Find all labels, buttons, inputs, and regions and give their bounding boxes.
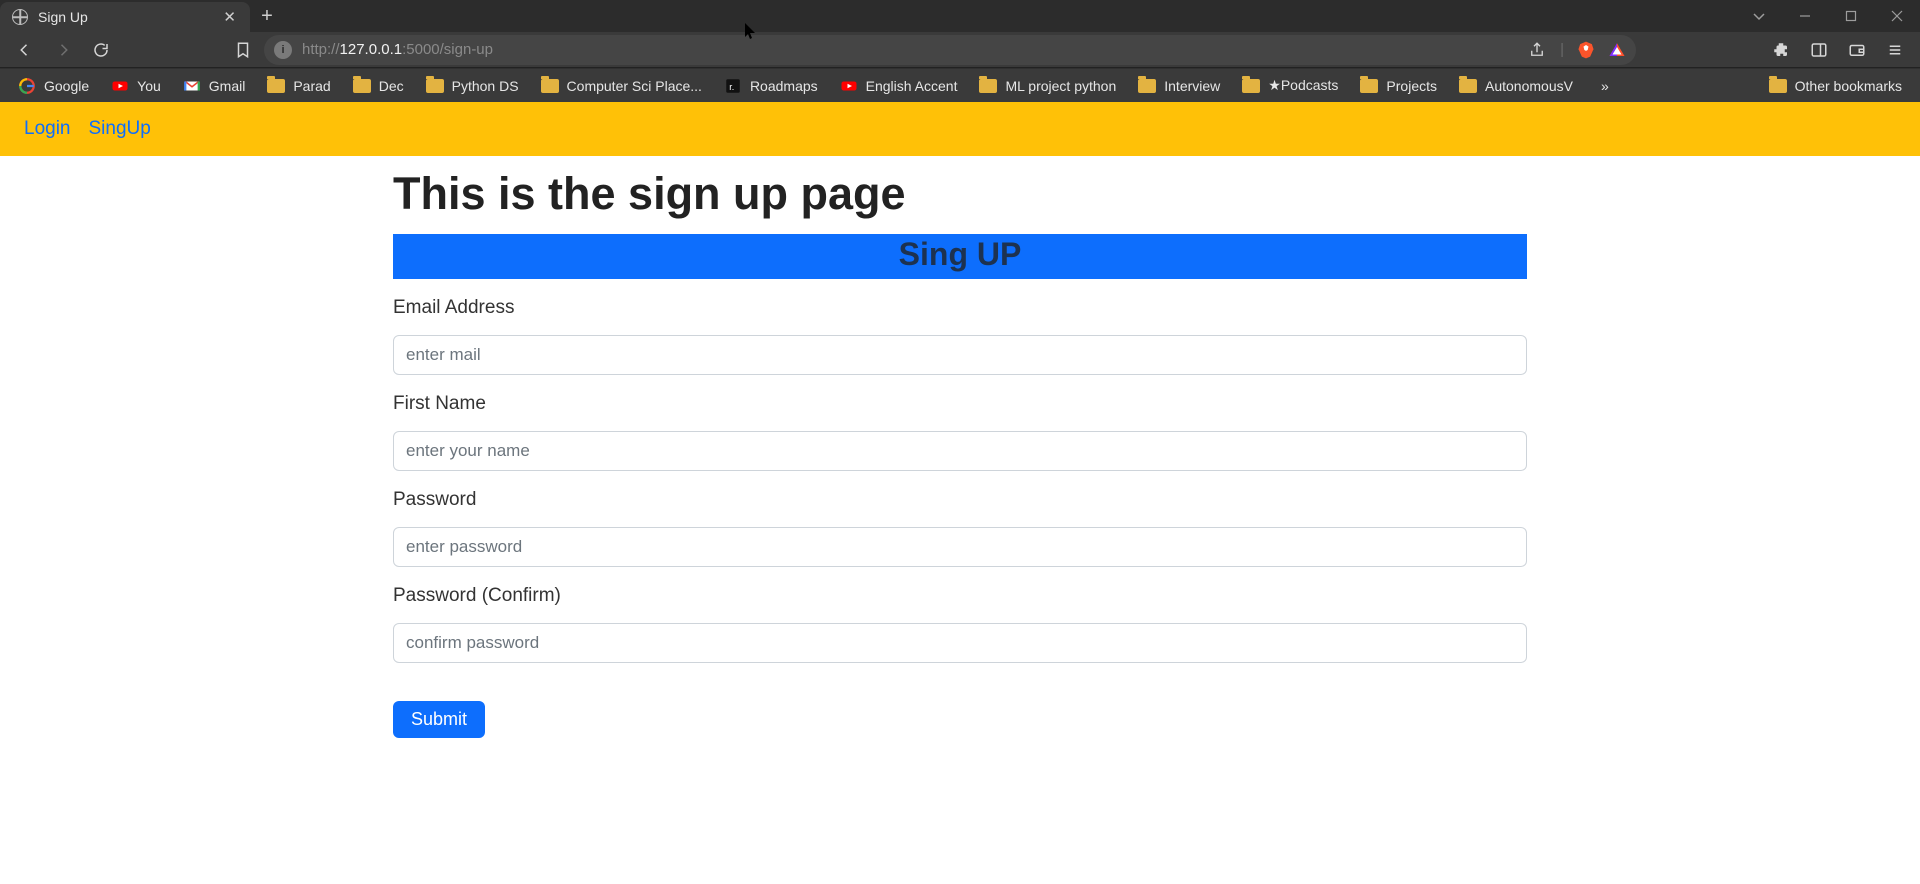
password-confirm-label: Password (Confirm) [393,585,1527,607]
site-info-icon[interactable]: i [274,41,292,59]
back-button[interactable] [8,35,42,65]
bookmark-label: ML project python [1005,78,1116,94]
wallet-icon[interactable] [1840,35,1874,65]
tab-search-button[interactable] [1736,0,1782,32]
bookmark-label: ★Podcasts [1268,77,1338,94]
bookmark-item[interactable]: Python DS [418,74,527,98]
bookmark-label: Roadmaps [750,78,818,94]
page-title: This is the sign up page [393,168,1527,220]
nav-login-link[interactable]: Login [24,118,71,140]
site-navbar: Login SingUp [0,102,1920,156]
bookmark-item[interactable]: Computer Sci Place... [533,74,710,98]
email-label: Email Address [393,297,1527,319]
bookmark-item[interactable]: ★Podcasts [1234,73,1346,98]
tab-title: Sign Up [38,9,213,25]
bookmark-item[interactable]: English Accent [832,73,966,99]
bookmarks-bar: Google You Gmail Parad Dec Python DS Computer … [0,68,1920,102]
folder-icon [1360,79,1378,93]
bookmark-label: Computer Sci Place... [567,78,702,94]
bookmark-item[interactable]: r. Roadmaps [716,73,826,99]
google-icon [18,77,36,95]
password-label: Password [393,489,1527,511]
bookmark-label: AutonomousV [1485,78,1573,94]
bookmark-label: Python DS [452,78,519,94]
window-close-button[interactable] [1874,0,1920,32]
bookmark-item[interactable]: ML project python [971,74,1124,98]
new-tab-button[interactable]: + [250,0,284,32]
bookmark-item[interactable]: Projects [1352,74,1445,98]
bookmark-item[interactable]: Google [10,73,97,99]
share-icon[interactable] [1526,35,1548,65]
submit-button[interactable]: Submit [393,701,485,738]
firstname-input[interactable] [393,431,1527,471]
bookmark-label: Google [44,78,89,94]
forward-button[interactable] [46,35,80,65]
page-viewport: Login SingUp This is the sign up page Si… [0,102,1920,884]
bookmark-label: Parad [293,78,330,94]
other-bookmarks-button[interactable]: Other bookmarks [1761,74,1910,98]
app-menu-icon[interactable] [1878,35,1912,65]
reload-button[interactable] [84,35,118,65]
brave-shields-icon[interactable] [1576,40,1596,60]
nav-signup-link[interactable]: SingUp [89,118,151,140]
bookmark-item[interactable]: You [103,73,169,99]
password-input[interactable] [393,527,1527,567]
bookmark-label: Interview [1164,78,1220,94]
roadmap-icon: r. [724,77,742,95]
youtube-icon [840,77,858,95]
bookmarks-overflow-button[interactable]: » [1591,78,1619,94]
bookmark-item[interactable]: Interview [1130,74,1228,98]
bookmark-this-button[interactable] [226,35,260,65]
firstname-label: First Name [393,393,1527,415]
folder-icon [1459,79,1477,93]
window-minimize-button[interactable] [1782,0,1828,32]
folder-icon [541,79,559,93]
folder-icon [979,79,997,93]
youtube-icon [111,77,129,95]
bookmark-label: You [137,78,161,94]
bookmark-label: Projects [1386,78,1437,94]
bookmark-item[interactable]: Gmail [175,73,254,99]
folder-icon [426,79,444,93]
browser-titlebar: Sign Up ✕ + [0,0,1920,32]
bookmark-item[interactable]: Parad [259,74,338,98]
browser-toolbar: i http://127.0.0.1:5000/sign-up | [0,32,1920,68]
address-bar[interactable]: i http://127.0.0.1:5000/sign-up | [264,35,1636,65]
bookmark-item[interactable]: AutonomousV [1451,74,1581,98]
window-maximize-button[interactable] [1828,0,1874,32]
form-banner: Sing UP [393,234,1527,279]
bookmark-label: Gmail [209,78,246,94]
bookmark-label: Dec [379,78,404,94]
browser-tab-active[interactable]: Sign Up ✕ [0,2,250,32]
bookmark-label: English Accent [866,78,958,94]
url-text: http://127.0.0.1:5000/sign-up [302,41,1510,58]
brave-rewards-icon[interactable] [1608,41,1626,59]
folder-icon [1138,79,1156,93]
window-controls [1736,0,1920,32]
folder-icon [353,79,371,93]
sidepanel-icon[interactable] [1802,35,1836,65]
bookmark-label: Other bookmarks [1795,78,1902,94]
folder-icon [1769,79,1787,93]
globe-icon [12,9,28,25]
extensions-icon[interactable] [1764,35,1798,65]
email-input[interactable] [393,335,1527,375]
tab-close-icon[interactable]: ✕ [223,8,236,26]
folder-icon [1242,79,1260,93]
bookmark-item[interactable]: Dec [345,74,412,98]
svg-text:r.: r. [729,81,734,91]
password-confirm-input[interactable] [393,623,1527,663]
folder-icon [267,79,285,93]
gmail-icon [183,77,201,95]
